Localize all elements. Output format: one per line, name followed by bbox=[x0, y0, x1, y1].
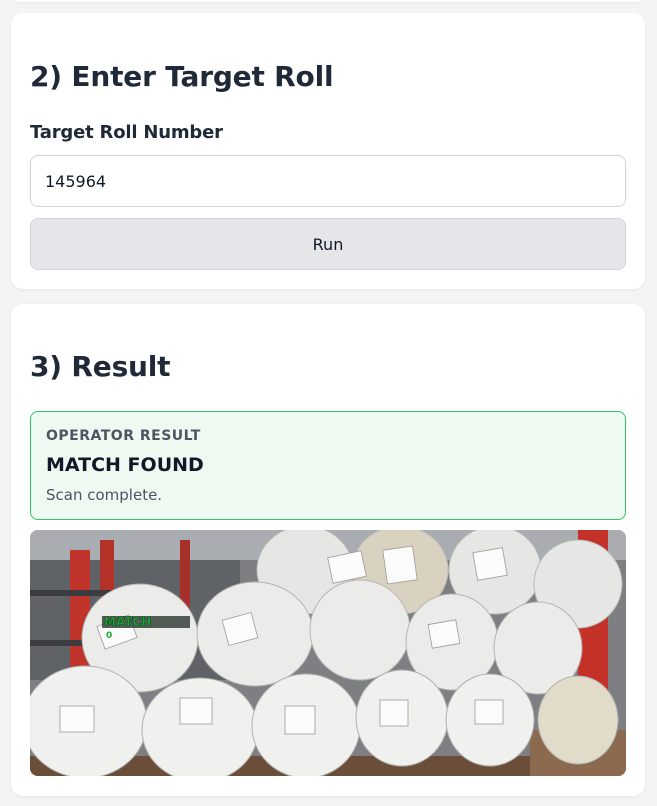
scan-result-photo: MATCH 0 bbox=[30, 530, 626, 776]
result-detail: Scan complete. bbox=[46, 486, 163, 504]
operator-result-box: OPERATOR RESULT MATCH FOUND Scan complet… bbox=[30, 411, 626, 520]
result-eyebrow: OPERATOR RESULT bbox=[46, 428, 201, 444]
result-card: 3) Result OPERATOR RESULT MATCH FOUND Sc… bbox=[11, 304, 645, 796]
match-overlay-sublabel: 0 bbox=[106, 631, 112, 641]
previous-card-edge bbox=[11, 0, 645, 2]
target-roll-input[interactable] bbox=[30, 155, 626, 207]
section-title-result: 3) Result bbox=[30, 350, 171, 383]
match-overlay-label: MATCH bbox=[104, 615, 151, 629]
run-button[interactable]: Run bbox=[30, 218, 626, 270]
fabric-rolls-image: MATCH 0 bbox=[30, 530, 626, 776]
section-title-target: 2) Enter Target Roll bbox=[30, 60, 334, 93]
target-roll-label: Target Roll Number bbox=[30, 122, 223, 143]
result-status: MATCH FOUND bbox=[46, 454, 204, 476]
target-roll-card: 2) Enter Target Roll Target Roll Number … bbox=[11, 13, 645, 289]
